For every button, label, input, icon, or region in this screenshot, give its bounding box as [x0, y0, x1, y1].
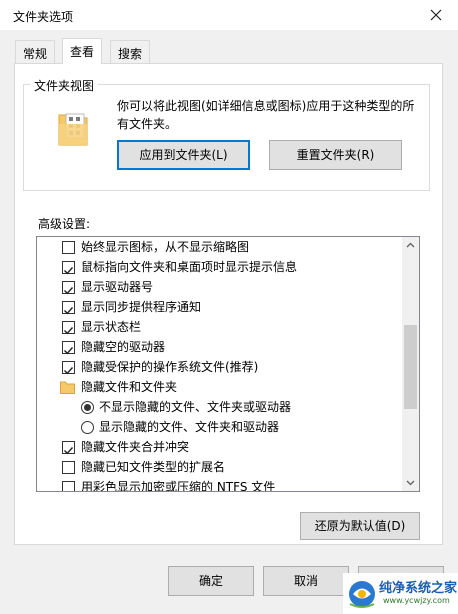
list-item-label: 显示驱动器号	[81, 280, 154, 294]
watermark-logo	[349, 581, 375, 608]
checkmark-icon	[64, 347, 74, 355]
checkbox[interactable]	[62, 281, 75, 295]
checkmark-icon	[64, 307, 74, 315]
list-item-label: 不显示隐藏的文件、文件夹或驱动器	[99, 400, 292, 414]
list-item[interactable]: 隐藏已知文件类型的扩展名	[37, 457, 403, 477]
reset-folders-button[interactable]: 重置文件夹(R)	[269, 140, 402, 170]
apply-to-folders-button[interactable]: 应用到文件夹(L)	[117, 140, 250, 170]
list-item[interactable]: 显示状态栏	[37, 317, 403, 337]
tab-search[interactable]: 搜索	[110, 40, 151, 64]
list-item[interactable]: 始终显示图标，从不显示缩略图	[37, 237, 403, 257]
list-item[interactable]: 用彩色显示加密或压缩的 NTFS 文件	[37, 477, 403, 492]
checkmark-icon	[64, 447, 74, 455]
checkbox[interactable]	[62, 261, 75, 275]
list-item[interactable]: 隐藏受保护的操作系统文件(推荐)	[37, 357, 403, 377]
watermark-title: 纯净系统之家	[379, 581, 458, 596]
list-item-label: 鼠标指向文件夹和桌面项时显示提示信息	[81, 260, 298, 274]
tab-general-label: 常规	[23, 47, 48, 61]
watermark: 纯净系统之家 www.ycwjzy.com	[343, 573, 458, 614]
chevron-up-icon	[406, 242, 415, 248]
list-item-label: 始终显示图标，从不显示缩略图	[81, 240, 250, 254]
list-item[interactable]: 隐藏文件夹合并冲突	[37, 437, 403, 457]
checkbox[interactable]	[62, 361, 75, 375]
checkmark-icon	[64, 327, 74, 335]
scroll-down-button[interactable]	[402, 474, 419, 491]
close-icon	[430, 9, 442, 21]
checkbox[interactable]	[62, 341, 75, 355]
folder-views-description: 你可以将此视图(如详细信息或图标)应用于这种类型的所有文件夹。	[117, 99, 415, 131]
checkmark-icon	[64, 267, 74, 275]
radio-dot	[84, 404, 91, 411]
list-item[interactable]: 显示驱动器号	[37, 277, 403, 297]
cancel-button[interactable]: 取消	[263, 566, 349, 596]
list-item-label: 用彩色显示加密或压缩的 NTFS 文件	[81, 480, 276, 492]
list-item-label: 隐藏已知文件类型的扩展名	[81, 460, 226, 474]
checkbox[interactable]	[62, 481, 75, 491]
folder-views-legend: 文件夹视图	[30, 77, 99, 94]
scroll-up-button[interactable]	[402, 237, 419, 254]
checkbox[interactable]	[62, 321, 75, 335]
advanced-settings-list[interactable]: 始终显示图标，从不显示缩略图 鼠标指向文件夹和桌面项时显示提示信息 显示驱动器号…	[36, 236, 420, 492]
chevron-down-icon	[406, 480, 415, 486]
list-item-label: 隐藏空的驱动器	[81, 340, 166, 354]
list-item-label: 显示同步提供程序通知	[81, 300, 202, 314]
list-item-label: 隐藏受保护的操作系统文件(推荐)	[81, 360, 259, 374]
list-item[interactable]: 鼠标指向文件夹和桌面项时显示提示信息	[37, 257, 403, 277]
list-item-label: 显示隐藏的文件、文件夹和驱动器	[99, 420, 280, 434]
list-item-label: 隐藏文件夹合并冲突	[81, 440, 190, 454]
list-item: 隐藏文件和文件夹	[37, 377, 403, 397]
folder-icon	[60, 381, 75, 394]
checkbox[interactable]	[62, 461, 75, 474]
scrollbar-thumb[interactable]	[404, 325, 417, 409]
advanced-settings-label: 高级设置:	[38, 217, 91, 231]
folder-views-group: 文件夹视图 你可以将此视图(如详细信息或图标)应用于这种类型的所有文件夹。	[23, 77, 430, 191]
ok-button[interactable]: 确定	[168, 566, 254, 596]
list-item[interactable]: 显示隐藏的文件、文件夹和驱动器	[37, 417, 403, 437]
checkmark-icon	[64, 287, 74, 295]
list-item[interactable]: 显示同步提供程序通知	[37, 297, 403, 317]
title-bar: 文件夹选项	[0, 0, 458, 31]
tab-view-label: 查看	[70, 45, 95, 59]
checkbox[interactable]	[62, 301, 75, 315]
folder-views-icon	[58, 113, 88, 146]
list-item-label: 隐藏文件和文件夹	[81, 380, 178, 394]
radio-button[interactable]	[81, 401, 94, 414]
watermark-url: www.ycwjzy.com	[383, 596, 450, 605]
vertical-scrollbar[interactable]	[402, 237, 419, 491]
checkbox[interactable]	[62, 441, 75, 455]
list-item[interactable]: 隐藏空的驱动器	[37, 337, 403, 357]
checkbox[interactable]	[62, 241, 75, 254]
checkmark-icon	[64, 367, 74, 375]
restore-defaults-button[interactable]: 还原为默认值(D)	[300, 512, 420, 540]
window-title: 文件夹选项	[13, 10, 74, 24]
list-item-label: 显示状态栏	[81, 320, 142, 334]
list-item[interactable]: 不显示隐藏的文件、文件夹或驱动器	[37, 397, 403, 417]
tab-general[interactable]: 常规	[15, 40, 56, 64]
radio-button[interactable]	[81, 421, 94, 434]
close-button[interactable]	[427, 6, 445, 24]
tab-view[interactable]: 查看	[62, 38, 103, 64]
tab-search-label: 搜索	[118, 47, 143, 61]
